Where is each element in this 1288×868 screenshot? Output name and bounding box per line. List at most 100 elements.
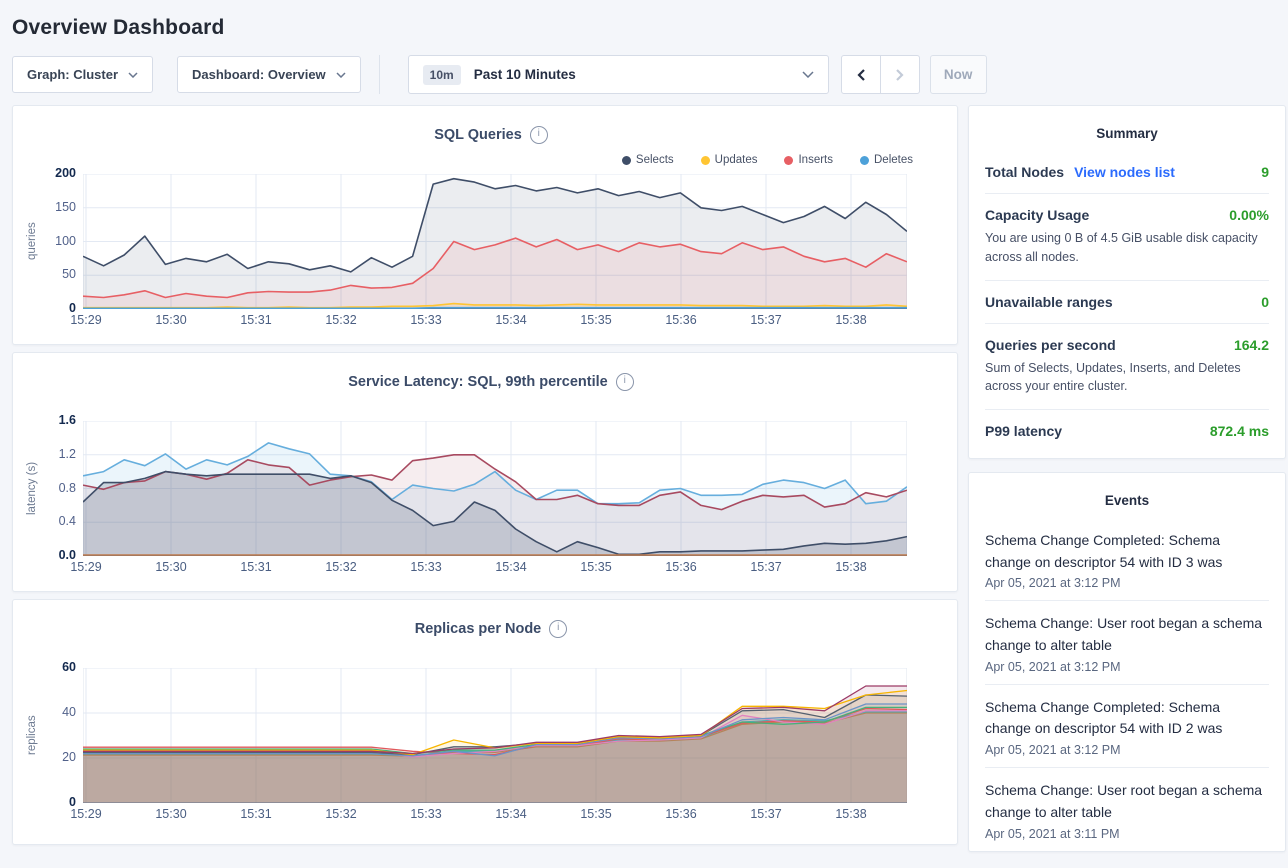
x-tick-label: 15:29: [70, 313, 101, 327]
x-tick-label: 15:32: [325, 313, 356, 327]
chevron-down-icon: [802, 71, 814, 78]
y-tick-label: 60: [62, 660, 76, 674]
info-icon[interactable]: i: [549, 620, 567, 638]
summary-row-queries-per-second: Queries per second 164.2 Sum of Selects,…: [985, 323, 1269, 410]
summary-value: 0: [1261, 294, 1269, 310]
plot-area[interactable]: [83, 174, 907, 309]
info-icon[interactable]: i: [616, 373, 634, 391]
view-nodes-link[interactable]: View nodes list: [1074, 164, 1175, 180]
x-tick-label: 15:29: [70, 560, 101, 574]
x-tick-label: 15:31: [240, 560, 271, 574]
event-item: Schema Change: User root began a schema …: [985, 767, 1269, 850]
x-tick-label: 15:29: [70, 807, 101, 821]
y-tick-label: 200: [55, 166, 76, 180]
prev-time-button[interactable]: [841, 55, 881, 94]
plot-row: latency (s) 0.00.40.81.21.6: [25, 421, 957, 556]
time-range-selector[interactable]: 10m Past 10 Minutes: [408, 55, 829, 94]
dashboard-dropdown[interactable]: Dashboard: Overview: [177, 56, 361, 93]
summary-row-p99-latency: P99 latency 872.4 ms: [985, 409, 1269, 452]
legend-dot-icon: [622, 156, 631, 165]
summary-description: Sum of Selects, Updates, Inserts, and De…: [985, 359, 1269, 397]
x-axis: 15:2915:3015:3115:3215:3315:3415:3515:36…: [83, 556, 907, 576]
chart-title-row: Replicas per Node i: [25, 600, 957, 640]
x-tick-label: 15:32: [325, 807, 356, 821]
events-title: Events: [985, 489, 1269, 518]
chart-card-replicas-per-node: Replicas per Node i replicas 0204060 15:…: [12, 599, 958, 845]
event-timestamp: Apr 05, 2021 at 3:12 PM: [985, 660, 1269, 674]
plot-area[interactable]: [83, 421, 907, 556]
summary-value: 872.4 ms: [1210, 423, 1269, 439]
event-text: Schema Change Completed: Schema change o…: [985, 697, 1269, 740]
summary-row-unavailable-ranges: Unavailable ranges 0: [985, 280, 1269, 323]
x-tick-label: 15:31: [240, 807, 271, 821]
legend-dot-icon: [860, 156, 869, 165]
x-tick-label: 15:33: [410, 807, 441, 821]
y-tick-label: 50: [62, 267, 76, 281]
legend-dot-icon: [784, 156, 793, 165]
time-range-label: Past 10 Minutes: [474, 67, 576, 82]
x-tick-label: 15:30: [155, 313, 186, 327]
y-tick-label: 100: [55, 234, 76, 248]
x-tick-label: 15:36: [665, 313, 696, 327]
x-tick-label: 15:36: [665, 807, 696, 821]
chart-title: Service Latency: SQL, 99th percentile: [348, 374, 608, 390]
x-axis: 15:2915:3015:3115:3215:3315:3415:3515:36…: [83, 309, 907, 329]
time-step-buttons: [841, 55, 920, 94]
chevron-right-icon: [895, 68, 905, 82]
main-content: SQL Queries i SelectsUpdatesInsertsDelet…: [12, 105, 1286, 852]
y-axis: 050100150200: [39, 174, 83, 309]
summary-description: You are using 0 B of 4.5 GiB usable disk…: [985, 229, 1269, 267]
x-tick-label: 15:34: [495, 807, 526, 821]
page-title: Overview Dashboard: [12, 16, 1288, 40]
x-tick-label: 15:34: [495, 560, 526, 574]
chart-title: Replicas per Node: [415, 621, 542, 637]
time-preset-badge: 10m: [423, 65, 461, 85]
graph-dropdown-label: Graph: Cluster: [27, 67, 118, 82]
x-tick-label: 15:37: [750, 313, 781, 327]
toolbar: Graph: Cluster Dashboard: Overview 10m P…: [12, 55, 1276, 94]
legend-item: Updates: [701, 154, 758, 166]
plot-row: queries 050100150200: [25, 174, 957, 309]
x-tick-label: 15:31: [240, 313, 271, 327]
summary-label: Unavailable ranges: [985, 294, 1113, 310]
graph-dropdown[interactable]: Graph: Cluster: [12, 56, 153, 93]
summary-label: Total Nodes: [985, 164, 1064, 180]
x-tick-label: 15:34: [495, 313, 526, 327]
legend-item: Selects: [622, 154, 674, 166]
summary-value: 9: [1261, 164, 1269, 180]
chart-card-sql-queries: SQL Queries i SelectsUpdatesInsertsDelet…: [12, 105, 958, 345]
summary-row-capacity-usage: Capacity Usage 0.00% You are using 0 B o…: [985, 193, 1269, 280]
x-tick-label: 15:36: [665, 560, 696, 574]
x-tick-label: 15:35: [580, 313, 611, 327]
x-tick-label: 15:32: [325, 560, 356, 574]
now-button[interactable]: Now: [930, 55, 987, 94]
event-item: Schema Change Completed: Schema change o…: [985, 684, 1269, 767]
summary-value: 0.00%: [1229, 207, 1269, 223]
y-axis: 0204060: [39, 668, 83, 803]
legend-spacer: [25, 393, 957, 421]
event-timestamp: Apr 05, 2021 at 3:11 PM: [985, 827, 1269, 841]
chevron-down-icon: [128, 72, 138, 78]
info-icon[interactable]: i: [530, 126, 548, 144]
y-axis-label: latency (s): [25, 421, 39, 556]
summary-label: Capacity Usage: [985, 207, 1089, 223]
event-item: Schema Change Completed: Schema change o…: [985, 518, 1269, 600]
legend-spacer: [25, 640, 957, 668]
summary-title: Summary: [985, 122, 1269, 151]
sidebar: Summary Total Nodes View nodes list 9 Ca…: [968, 105, 1286, 852]
x-tick-label: 15:33: [410, 560, 441, 574]
y-axis: 0.00.40.81.21.6: [39, 421, 83, 556]
summary-label: P99 latency: [985, 423, 1062, 439]
x-tick-label: 15:37: [750, 560, 781, 574]
legend-item: Deletes: [860, 154, 913, 166]
summary-row-total-nodes: Total Nodes View nodes list 9: [985, 151, 1269, 193]
plot-row: replicas 0204060: [25, 668, 957, 803]
next-time-button[interactable]: [880, 55, 920, 94]
event-text: Schema Change: User root began a schema …: [985, 613, 1269, 656]
y-tick-label: 0.4: [59, 514, 76, 528]
chart-title-row: Service Latency: SQL, 99th percentile i: [25, 353, 957, 393]
plot-area[interactable]: [83, 668, 907, 803]
x-tick-label: 15:35: [580, 807, 611, 821]
y-tick-label: 0.8: [59, 481, 76, 495]
legend-item: Inserts: [784, 154, 833, 166]
